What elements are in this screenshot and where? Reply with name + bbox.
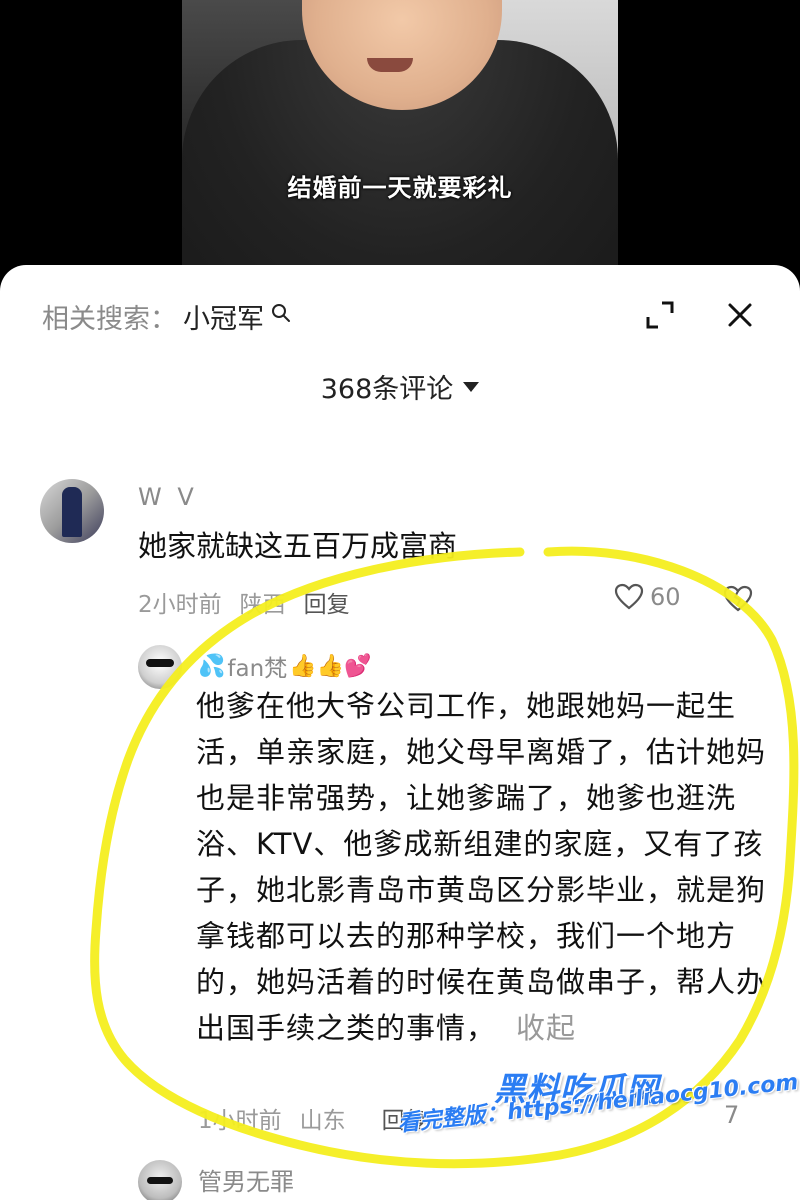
like-button[interactable]: 60 (614, 583, 681, 611)
dislike-button[interactable] (722, 585, 754, 617)
video-person-mouth (367, 58, 413, 72)
video-subtitle: 结婚前一天就要彩礼 (287, 174, 513, 202)
comment-location: 陕西 (239, 592, 286, 618)
comment-username[interactable]: 管男无罪 (198, 1162, 294, 1197)
comment-username[interactable]: 💦 fan梵 👍👍💕 (198, 649, 371, 683)
comment-meta: 2小时前 陕西 回复 (138, 585, 350, 619)
comment-count: 368条评论 (320, 374, 454, 405)
reply-button[interactable]: 回复 (304, 585, 350, 619)
comment-time: 2小时前 (138, 592, 222, 618)
comment-text: 她家就缺这五百万成富商 (138, 529, 458, 563)
comment-text-block: 他爹在他大爷公司工作，她跟她妈一起生活，单亲家庭，她父母早离婚了，估计她妈也是非… (196, 683, 766, 1051)
comment-time: 1小时前 (198, 1108, 282, 1134)
related-search[interactable]: 相关搜索： 小冠军 (42, 297, 292, 336)
comment-username-suffix-emoji: 👍👍💕 (289, 653, 372, 679)
heart-icon (614, 583, 644, 610)
related-search-keyword[interactable]: 小冠军 (183, 297, 264, 336)
like-count: 60 (650, 583, 681, 611)
like-count: 7 (724, 1101, 740, 1129)
comment-location: 山东 (299, 1108, 346, 1134)
comment-sheet: 相关搜索： 小冠军 368条评论 W V 她家就缺这五百万成富商 2小时前 陕西… (0, 265, 800, 1200)
like-button[interactable]: 7 (724, 1101, 739, 1129)
related-search-label: 相关搜索： (42, 304, 177, 335)
close-icon[interactable] (720, 295, 760, 335)
comment-username[interactable]: W V (138, 483, 198, 511)
broken-heart-icon (723, 585, 753, 612)
search-icon[interactable] (270, 300, 292, 322)
avatar[interactable] (138, 1160, 182, 1200)
comment-text: 他爹在他大爷公司工作，她跟她妈一起生活，单亲家庭，她父母早离婚了，估计她妈也是非… (196, 689, 767, 1045)
collapse-link[interactable]: 收起 (516, 1011, 576, 1045)
avatar[interactable] (138, 645, 182, 689)
video-player[interactable]: 结婚前一天就要彩礼 (0, 0, 800, 300)
comment-count-selector[interactable]: 368条评论 (0, 367, 800, 406)
expand-icon[interactable] (640, 295, 680, 335)
comment-username-text: fan梵 (227, 656, 288, 682)
video-frame: 结婚前一天就要彩礼 (182, 0, 618, 300)
comment-meta: 1小时前 山东 回复 (198, 1101, 428, 1135)
avatar[interactable] (40, 479, 104, 543)
caret-down-icon (463, 381, 480, 392)
comment-username-prefix-emoji: 💦 (198, 653, 226, 679)
